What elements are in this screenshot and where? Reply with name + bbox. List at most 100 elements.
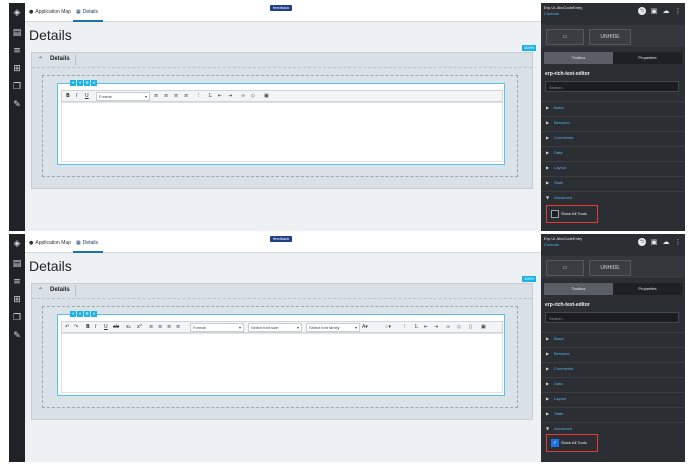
link-icon[interactable]: ∞ (446, 323, 450, 331)
layers-icon[interactable]: ◈ (12, 239, 22, 249)
document-icon[interactable]: ▯ (469, 323, 472, 331)
show-all-tools-label[interactable]: Show All Tools (561, 211, 587, 216)
outdent-icon[interactable]: ⇤ (424, 323, 428, 331)
desktop-view-button[interactable]: ▭ (546, 260, 584, 276)
category-advanced[interactable]: ▼ Advanced (541, 191, 685, 204)
italic-icon[interactable]: I (76, 92, 77, 100)
copy-icon[interactable]: ❐ (12, 313, 22, 323)
back-icon[interactable]: ⮌ (638, 7, 646, 15)
strikethrough-icon[interactable]: ab (113, 323, 119, 331)
tab-details[interactable]: ▦ Details (76, 239, 98, 247)
category-layout[interactable]: ▶ Layout (541, 161, 685, 174)
feedback-button[interactable]: feedback (270, 236, 293, 242)
cloud-upload-icon[interactable]: ☁ (662, 238, 670, 246)
list-check-icon[interactable]: ≡ (12, 46, 22, 56)
settings-icon[interactable]: ⚙ (84, 311, 90, 317)
save-icon[interactable]: ▣ (650, 238, 658, 246)
more-vertical-icon[interactable]: ⋮ (674, 7, 682, 15)
edit-doc-icon[interactable]: ✎ (12, 331, 22, 341)
hierarchy-icon[interactable]: ⊞ (12, 64, 22, 74)
numbered-list-icon[interactable]: ⒈ (414, 323, 419, 331)
tab-application-map[interactable]: ● Application Map (29, 239, 71, 247)
text-color-icon[interactable]: A▾ (362, 323, 368, 331)
outdent-icon[interactable]: ⇤ (218, 92, 222, 100)
rich-text-editor[interactable]: + + ⚙ × B I U Format ▾ ≡ ≡ ≡ ≡ ⁝ ⒈ ⇤ ⇥ ∞… (57, 80, 505, 165)
unhide-button[interactable]: UNHIDE (589, 260, 631, 276)
align-justify-icon[interactable]: ≡ (184, 92, 188, 100)
tab-properties[interactable]: Properties (613, 52, 682, 64)
font-size-select[interactable]: Select font size ▾ (248, 323, 302, 332)
editor-content-area[interactable] (61, 102, 503, 162)
more-vertical-icon[interactable]: ⋮ (674, 238, 682, 246)
tab-toolbox[interactable]: Toolbox (544, 52, 613, 64)
category-behavior[interactable]: ▶ Behavior (541, 116, 685, 129)
format-select[interactable]: Format ▾ (190, 323, 244, 332)
category-data[interactable]: ▶ Data (541, 377, 685, 390)
section-header[interactable]: ⌃ Details (32, 284, 532, 299)
tab-application-map[interactable]: ● Application Map (29, 8, 71, 16)
delete-icon[interactable]: × (91, 80, 97, 86)
indent-icon[interactable]: ⇥ (434, 323, 438, 331)
align-right-icon[interactable]: ≡ (174, 92, 178, 100)
desktop-view-button[interactable]: ▭ (546, 29, 584, 45)
align-center-icon[interactable]: ≡ (164, 92, 168, 100)
indent-icon[interactable]: ⇥ (228, 92, 232, 100)
show-all-tools-label[interactable]: Show All Tools (561, 440, 587, 445)
add-icon[interactable]: + (77, 80, 83, 86)
tab-toolbox[interactable]: Toolbox (544, 283, 613, 295)
add-icon[interactable]: + (77, 311, 83, 317)
edit-doc-icon[interactable]: ✎ (12, 100, 22, 110)
show-all-tools-checkbox[interactable]: ✓ (551, 439, 559, 447)
search-input[interactable]: Search... (545, 312, 679, 323)
undo-icon[interactable]: ↶ (65, 323, 69, 331)
image-icon[interactable]: ▣ (481, 323, 486, 331)
rich-text-editor[interactable]: + + ⚙ × ↶ ↷ B I U ab x₂ x² ≡ ≡ ≡ ≡ Forma… (57, 311, 505, 396)
tab-details[interactable]: ▦ Details (76, 8, 98, 16)
list-check-icon[interactable]: ≡ (12, 277, 22, 287)
image-icon[interactable]: ▣ (264, 92, 269, 100)
grid-icon[interactable]: ▤ (12, 259, 22, 269)
layers-icon[interactable]: ◈ (12, 8, 22, 18)
align-center-icon[interactable]: ≡ (158, 323, 162, 331)
redo-icon[interactable]: ↷ (74, 323, 78, 331)
copy-icon[interactable]: ❐ (12, 82, 22, 92)
back-icon[interactable]: ⮌ (638, 238, 646, 246)
category-comments[interactable]: ▶ Comments (541, 362, 685, 375)
bullet-list-icon[interactable]: ⁝ (198, 92, 200, 100)
subscript-icon[interactable]: x₂ (126, 323, 131, 331)
category-behavior[interactable]: ▶ Behavior (541, 347, 685, 360)
align-left-icon[interactable]: ≡ (149, 323, 153, 331)
align-left-icon[interactable]: ≡ (154, 92, 158, 100)
category-basic[interactable]: ▶ Basic (541, 332, 685, 345)
tab-properties[interactable]: Properties (613, 283, 682, 295)
section-header[interactable]: ⌃ Details (32, 53, 532, 68)
font-family-select[interactable]: Select font family ▾ (306, 323, 360, 332)
chevron-up-icon[interactable]: ⌃ (38, 287, 43, 294)
chevron-up-icon[interactable]: ⌃ (38, 56, 43, 63)
category-state[interactable]: ▶ State (541, 407, 685, 420)
feedback-button[interactable]: feedback (270, 5, 293, 11)
panel-subtitle[interactable]: Controls (544, 242, 559, 247)
highlight-color-icon[interactable]: ♢▾ (384, 323, 391, 331)
link-icon[interactable]: ∞ (241, 92, 245, 100)
numbered-list-icon[interactable]: ⒈ (208, 92, 213, 100)
editor-content-area[interactable] (61, 333, 503, 393)
align-justify-icon[interactable]: ≡ (176, 323, 180, 331)
underline-icon[interactable]: U (104, 323, 108, 331)
hierarchy-icon[interactable]: ⊞ (12, 295, 22, 305)
grid-icon[interactable]: ▤ (12, 28, 22, 38)
settings-icon[interactable]: ⚙ (84, 80, 90, 86)
bullet-list-icon[interactable]: ⁝ (404, 323, 406, 331)
underline-icon[interactable]: U (85, 92, 89, 100)
format-select[interactable]: Format ▾ (96, 92, 150, 101)
category-state[interactable]: ▶ State (541, 176, 685, 189)
delete-icon[interactable]: × (91, 311, 97, 317)
category-basic[interactable]: ▶ Basic (541, 101, 685, 114)
code-icon[interactable]: ◇ (457, 323, 461, 331)
unhide-button[interactable]: UNHIDE (589, 29, 631, 45)
bold-icon[interactable]: B (66, 92, 70, 100)
search-input[interactable]: Search... (545, 81, 679, 92)
category-comments[interactable]: ▶ Comments (541, 131, 685, 144)
superscript-icon[interactable]: x² (137, 323, 142, 331)
category-layout[interactable]: ▶ Layout (541, 392, 685, 405)
